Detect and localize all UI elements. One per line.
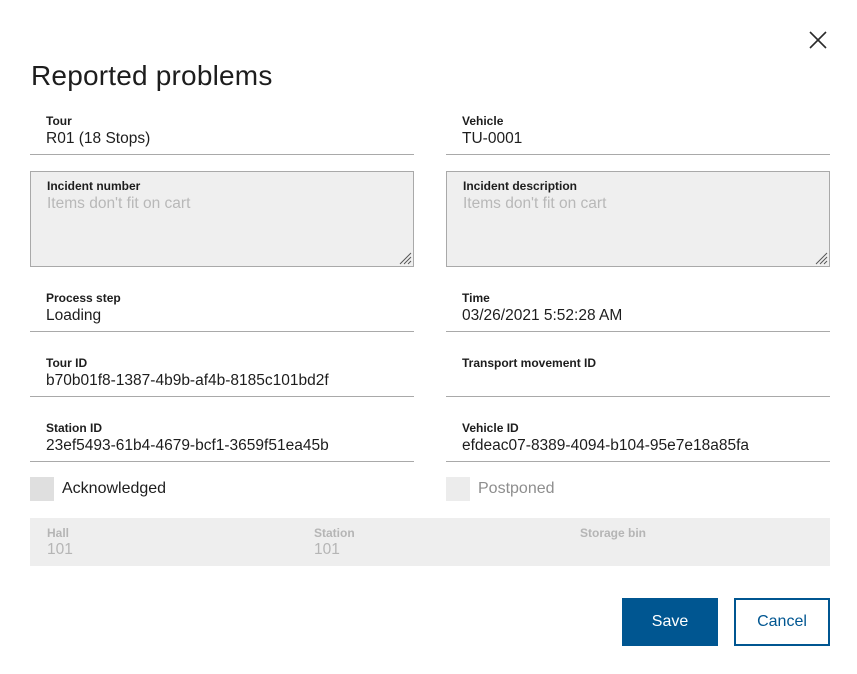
incident-number-placeholder: Items don't fit on cart xyxy=(47,195,191,212)
hall-label: Hall xyxy=(47,526,70,540)
close-button[interactable] xyxy=(805,27,831,53)
incident-number-textarea[interactable]: Incident number Items don't fit on cart xyxy=(30,171,414,267)
tour-label: Tour xyxy=(46,114,72,128)
station-id-label: Station ID xyxy=(46,421,102,435)
station-label: Station xyxy=(314,526,355,540)
acknowledged-checkbox[interactable]: Acknowledged xyxy=(30,477,166,501)
station-id-value: 23ef5493-61b4-4679-bcf1-3659f51ea45b xyxy=(46,437,329,454)
postponed-label: Postponed xyxy=(478,480,555,497)
storage-bin-label: Storage bin xyxy=(580,526,647,540)
vehicle-id-field[interactable]: Vehicle ID efdeac07-8389-4094-b104-95e7e… xyxy=(446,416,830,462)
station-cell: Station 101 xyxy=(297,518,563,566)
cancel-button[interactable]: Cancel xyxy=(734,598,830,646)
incident-description-textarea[interactable]: Incident description Items don't fit on … xyxy=(446,171,830,267)
storage-bin-cell: Storage bin xyxy=(563,518,829,566)
hall-cell: Hall 101 xyxy=(30,518,296,566)
acknowledged-label: Acknowledged xyxy=(62,480,167,497)
vehicle-label: Vehicle xyxy=(462,114,504,128)
resize-handle-icon[interactable] xyxy=(398,251,412,265)
process-step-label: Process step xyxy=(46,291,121,305)
dialog-title: Reported problems xyxy=(31,60,273,91)
postponed-checkbox: Postponed xyxy=(446,477,555,501)
incident-description-label: Incident description xyxy=(463,179,578,193)
vehicle-field[interactable]: Vehicle TU-0001 xyxy=(446,109,830,155)
time-field[interactable]: Time 03/26/2021 5:52:28 AM xyxy=(446,286,830,332)
save-button[interactable]: Save xyxy=(622,598,718,646)
hall-value: 101 xyxy=(47,541,73,558)
incident-description-placeholder: Items don't fit on cart xyxy=(463,195,607,212)
tour-id-label: Tour ID xyxy=(46,356,88,370)
tour-value: R01 (18 Stops) xyxy=(46,130,151,147)
tour-id-value: b70b01f8-1387-4b9b-af4b-8185c101bd2f xyxy=(46,372,329,389)
vehicle-id-label: Vehicle ID xyxy=(462,421,519,435)
process-step-value: Loading xyxy=(46,307,102,324)
transport-movement-id-label: Transport movement ID xyxy=(462,356,597,370)
acknowledged-checkbox-box[interactable] xyxy=(30,477,54,501)
resize-handle-icon[interactable] xyxy=(814,251,828,265)
station-id-field[interactable]: Station ID 23ef5493-61b4-4679-bcf1-3659f… xyxy=(30,416,414,462)
reported-problems-dialog: Reported problems Tour R01 (18 Stops) Ve… xyxy=(0,0,857,674)
time-label: Time xyxy=(462,291,490,305)
transport-movement-id-field[interactable]: Transport movement ID xyxy=(446,351,830,397)
station-value: 101 xyxy=(314,541,340,558)
tour-id-field[interactable]: Tour ID b70b01f8-1387-4b9b-af4b-8185c101… xyxy=(30,351,414,397)
postponed-checkbox-box xyxy=(446,477,470,501)
vehicle-value: TU-0001 xyxy=(462,130,523,147)
time-value: 03/26/2021 5:52:28 AM xyxy=(462,307,623,324)
close-icon xyxy=(809,31,827,49)
vehicle-id-value: efdeac07-8389-4094-b104-95e7e18a85fa xyxy=(462,437,749,454)
process-step-field[interactable]: Process step Loading xyxy=(30,286,414,332)
tour-field[interactable]: Tour R01 (18 Stops) xyxy=(30,109,414,155)
location-bar: Hall 101 Station 101 Storage bin xyxy=(30,518,830,566)
incident-number-label: Incident number xyxy=(47,179,141,193)
